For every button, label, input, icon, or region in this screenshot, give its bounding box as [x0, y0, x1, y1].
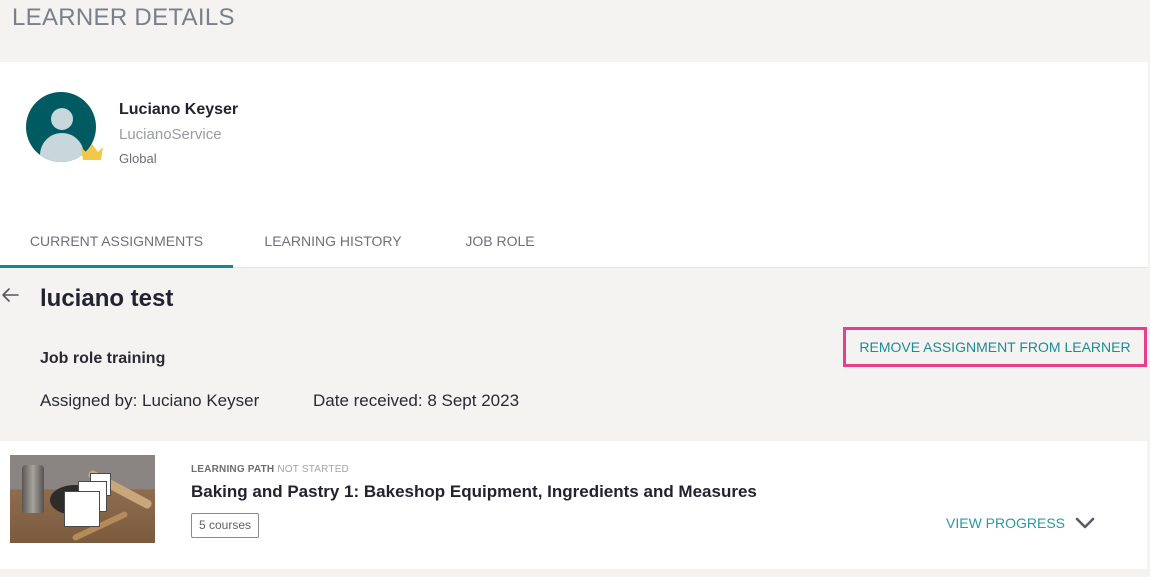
tab-job-role[interactable]: JOB ROLE: [440, 225, 560, 268]
course-title[interactable]: Baking and Pastry 1: Bakeshop Equipment,…: [191, 482, 757, 502]
date-received: Date received: 8 Sept 2023: [313, 391, 520, 410]
course-type: LEARNING PATH: [191, 464, 275, 475]
learner-scope: Global: [119, 151, 157, 166]
assigned-by: Assigned by: Luciano Keyser: [40, 391, 260, 410]
avatar-body: [40, 133, 84, 162]
assignment-title: luciano test: [40, 285, 174, 312]
crown-icon: [81, 144, 103, 160]
tab-learning-history[interactable]: LEARNING HISTORY: [233, 225, 433, 268]
tab-current-assignments[interactable]: CURRENT ASSIGNMENTS: [0, 225, 233, 268]
stack-icon: [64, 491, 100, 527]
learner-card: Luciano Keyser LucianoService Global CUR…: [0, 62, 1148, 268]
course-status: NOT STARTED: [277, 464, 349, 475]
remove-assignment-button[interactable]: REMOVE ASSIGNMENT FROM LEARNER: [843, 327, 1147, 367]
avatar-head: [51, 108, 73, 130]
course-meta: LEARNING PATH NOT STARTED: [191, 464, 349, 475]
course-count-badge: 5 courses: [191, 513, 260, 538]
page-title: LEARNER DETAILS: [12, 4, 235, 31]
course-thumbnail[interactable]: [10, 455, 155, 543]
chevron-down-icon: [1075, 517, 1095, 529]
course-card[interactable]: LEARNING PATH NOT STARTED Baking and Pas…: [0, 441, 1147, 569]
assignment-type: Job role training: [40, 350, 166, 367]
tab-bar: CURRENT ASSIGNMENTS LEARNING HISTORY JOB…: [0, 225, 1148, 268]
thumb-grater: [22, 465, 44, 513]
view-progress-button[interactable]: VIEW PROGRESS: [946, 515, 1095, 531]
arrow-left-icon[interactable]: [0, 285, 20, 305]
view-progress-label: VIEW PROGRESS: [946, 515, 1066, 531]
learner-name: Luciano Keyser: [119, 101, 239, 118]
learner-username: LucianoService: [119, 126, 222, 143]
